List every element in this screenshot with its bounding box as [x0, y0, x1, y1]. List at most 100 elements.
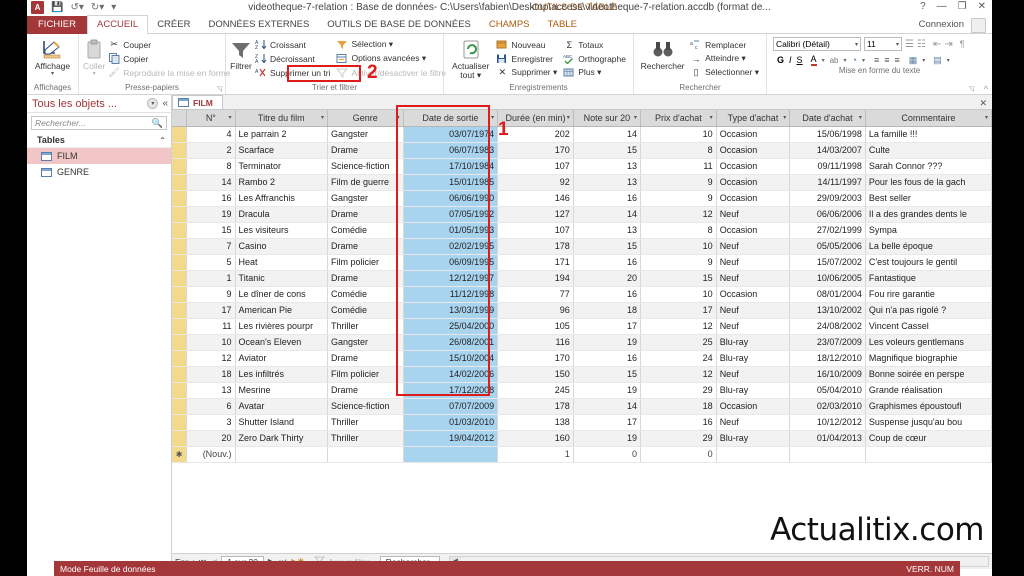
cell-type-d-achat[interactable]: Blu-ray: [716, 334, 791, 351]
record-selector[interactable]: [172, 398, 188, 415]
table-row[interactable]: 7 Casino Drame 02/02/1995 178 15 10 Neuf 05/05/2…: [172, 238, 992, 255]
remplacer-button[interactable]: ac Remplacer: [689, 38, 762, 51]
cell-type-d-achat[interactable]: Blu-ray: [716, 350, 791, 367]
cell-n[interactable]: 14: [186, 174, 236, 191]
cell-prix-d-achat[interactable]: 11: [640, 158, 717, 175]
cell-commentaire[interactable]: [865, 446, 992, 463]
nouveau-button[interactable]: Nouveau: [495, 38, 560, 51]
cell-genre[interactable]: Drame: [327, 206, 404, 223]
croissant-button[interactable]: A Z Croissant: [254, 38, 333, 51]
table-row[interactable]: 3 Shutter Island Thriller 01/03/2010 138 17 16…: [172, 414, 992, 431]
cell-n[interactable]: 15: [186, 222, 236, 239]
enregistrer-button[interactable]: Enregistrer: [495, 52, 560, 65]
cell-commentaire[interactable]: La belle époque: [865, 238, 992, 255]
cell-commentaire[interactable]: Coup de cœur: [865, 430, 992, 447]
collapse-ribbon-icon[interactable]: ^: [984, 84, 988, 94]
cell-prix-d-achat[interactable]: 12: [640, 206, 717, 223]
cell-date-d-achat[interactable]: 05/04/2010: [789, 382, 866, 399]
cell-commentaire[interactable]: Sarah Connor ???: [865, 158, 992, 175]
cell-commentaire[interactable]: Magnifique biographie: [865, 350, 992, 367]
font-size-chevron-down-icon[interactable]: ▾: [896, 41, 899, 48]
cell-genre[interactable]: Gangster: [327, 334, 404, 351]
cell-n[interactable]: 13: [186, 382, 236, 399]
cell-dur-e-en-min[interactable]: 92: [497, 174, 574, 191]
tab-fichier[interactable]: FICHIER: [27, 16, 87, 34]
cell-dur-e-en-min[interactable]: 178: [497, 398, 574, 415]
cell-type-d-achat[interactable]: Neuf: [716, 238, 791, 255]
table-row[interactable]: 20 Zero Dark Thirty Thriller 19/04/2012 160 1…: [172, 430, 992, 447]
cell-prix-d-achat[interactable]: 24: [640, 350, 717, 367]
cell-prix-d-achat[interactable]: 10: [640, 238, 717, 255]
cell-date-de-sortie[interactable]: 06/09/1995: [403, 254, 499, 271]
cell-genre[interactable]: Drame: [327, 238, 404, 255]
record-selector[interactable]: [172, 142, 188, 159]
cell-titre-du-film[interactable]: Avatar: [235, 398, 328, 415]
cell-commentaire[interactable]: Best seller: [865, 190, 992, 207]
cell-date-d-achat[interactable]: 06/06/2006: [789, 206, 866, 223]
cell-genre[interactable]: Film policier: [327, 366, 404, 383]
cell-genre[interactable]: Gangster: [327, 126, 404, 143]
user-account-icon[interactable]: [971, 18, 986, 33]
cell-type-d-achat[interactable]: Blu-ray: [716, 430, 791, 447]
cell-date-d-achat[interactable]: 10/06/2005: [789, 270, 866, 287]
cell-commentaire[interactable]: Il a des grandes dents le: [865, 206, 992, 223]
cell-genre[interactable]: Film policier: [327, 254, 404, 271]
cell-date-de-sortie[interactable]: 03/07/1974: [403, 126, 499, 143]
cell-date-de-sortie[interactable]: 19/04/2012: [403, 430, 499, 447]
navigation-group-tables[interactable]: Tables ⌃: [27, 133, 171, 148]
table-row[interactable]: 11 Les rivières pourpr Thriller 25/04/2000 1…: [172, 318, 992, 335]
cell-dur-e-en-min[interactable]: 150: [497, 366, 574, 383]
cell-dur-e-en-min[interactable]: 116: [497, 334, 574, 351]
cell-prix-d-achat[interactable]: 12: [640, 318, 717, 335]
font-name-combobox[interactable]: Calibri (Détail) ▾: [773, 37, 861, 51]
cell-date-d-achat[interactable]: 23/07/2009: [789, 334, 866, 351]
cell-n[interactable]: 1: [186, 270, 236, 287]
table-row[interactable]: 8 Terminator Science-fiction 17/10/1984 107 1…: [172, 158, 992, 175]
cell-note-sur-20[interactable]: 17: [573, 414, 642, 431]
cell-date-de-sortie[interactable]: 17/10/1984: [403, 158, 499, 175]
record-selector[interactable]: ✱: [172, 446, 188, 463]
cell-dur-e-en-min[interactable]: 77: [497, 286, 574, 303]
table-row[interactable]: 5 Heat Film policier 06/09/1995 171 16 9 Neuf 15…: [172, 254, 992, 271]
cell-dur-e-en-min[interactable]: 127: [497, 206, 574, 223]
supprimer-un-tri-button[interactable]: A Supprimer un tri: [254, 66, 333, 79]
cell-note-sur-20[interactable]: 19: [573, 382, 642, 399]
cell-n[interactable]: 5: [186, 254, 236, 271]
italic-button[interactable]: I: [789, 55, 792, 65]
sort-ascending-icon[interactable]: ↑▾: [488, 110, 494, 126]
record-selector[interactable]: [172, 190, 188, 207]
tab-champs[interactable]: CHAMPS: [480, 16, 539, 34]
cell-n[interactable]: 9: [186, 286, 236, 303]
record-selector[interactable]: [172, 430, 188, 447]
cell-note-sur-20[interactable]: 19: [573, 334, 642, 351]
column-header-date-d-achat[interactable]: Date d'achat ▾: [789, 110, 866, 127]
cell-dur-e-en-min[interactable]: 96: [497, 302, 574, 319]
cell-note-sur-20[interactable]: 13: [573, 174, 642, 191]
cell-dur-e-en-min[interactable]: 107: [497, 158, 574, 175]
cell-n[interactable]: 2: [186, 142, 236, 159]
cell-titre-du-film[interactable]: Le parrain 2: [235, 126, 328, 143]
cell-genre[interactable]: Drame: [327, 350, 404, 367]
minimize-icon[interactable]: —: [937, 1, 947, 12]
record-selector[interactable]: [172, 318, 188, 335]
cell-date-d-achat[interactable]: 13/10/2002: [789, 302, 866, 319]
column-header-type-d-achat[interactable]: Type d'achat ▾: [716, 110, 791, 127]
align-right-icon[interactable]: ≡: [894, 55, 899, 65]
cell-dur-e-en-min[interactable]: 245: [497, 382, 574, 399]
cell-prix-d-achat[interactable]: 0: [640, 446, 717, 463]
cell-titre-du-film[interactable]: Les Affranchis: [235, 190, 328, 207]
column-dropdown-icon[interactable]: ▾: [985, 110, 988, 126]
actualiser-tout-button[interactable]: Actualiser tout ▾: [448, 37, 493, 80]
cell-genre[interactable]: Drame: [327, 382, 404, 399]
column-header-commentaire[interactable]: Commentaire ▾: [865, 110, 992, 127]
cell-type-d-achat[interactable]: Neuf: [716, 366, 791, 383]
cell-note-sur-20[interactable]: 17: [573, 318, 642, 335]
affichage-button[interactable]: Affichage ▾: [31, 37, 74, 77]
cell-date-de-sortie[interactable]: 12/12/1997: [403, 270, 499, 287]
restore-icon[interactable]: ❐: [958, 1, 967, 12]
cell-commentaire[interactable]: Fou rire garantie: [865, 286, 992, 303]
cell-date-d-achat[interactable]: 18/12/2010: [789, 350, 866, 367]
cell-date-d-achat[interactable]: 05/05/2006: [789, 238, 866, 255]
cell-note-sur-20[interactable]: 16: [573, 190, 642, 207]
column-header-note-sur-20[interactable]: Note sur 20 ▾: [573, 110, 642, 127]
